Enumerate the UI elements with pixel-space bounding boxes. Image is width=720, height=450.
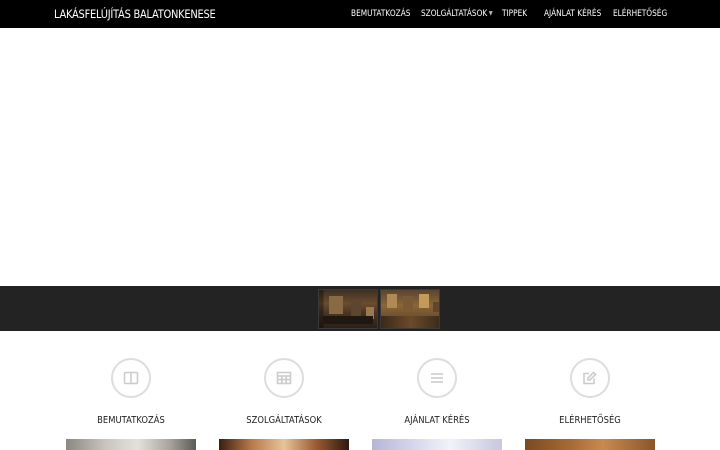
feature-bemutatkozas: BEMUTATKOZÁS — [66, 358, 196, 450]
nav-item-ajanlat-keres[interactable]: AJÁNLAT KÉRÉS — [544, 9, 601, 19]
feature-ajanlat-keres: AJÁNLAT KÉRÉS — [372, 358, 502, 450]
site-brand[interactable]: LAKÁSFELÚJÍTÁS BALATONKENESE — [54, 7, 216, 21]
nav-item-label: SZOLGÁLTATÁSOK — [421, 9, 488, 19]
nav-item-bemutatkozas[interactable]: BEMUTATKOZÁS — [351, 9, 410, 19]
nav-item-elerhetoseg[interactable]: ELÉRHETŐSÉG — [613, 9, 667, 19]
hero-slider — [0, 28, 720, 286]
slide-thumbnail-1[interactable] — [318, 289, 378, 329]
feature-title[interactable]: ELÉRHETŐSÉG — [535, 415, 644, 426]
feature-title[interactable]: BEMUTATKOZÁS — [76, 415, 185, 426]
nav-item-szolgaltatasok[interactable]: SZOLGÁLTATÁSOK ▼ — [421, 9, 493, 19]
thumbnail-strip — [0, 286, 720, 331]
table-icon[interactable] — [264, 358, 304, 398]
feature-image[interactable] — [372, 439, 502, 450]
feature-szolgaltatasok: SZOLGÁLTATÁSOK — [219, 358, 349, 450]
feature-image[interactable] — [219, 439, 349, 450]
chevron-down-icon: ▼ — [488, 10, 493, 17]
feature-title[interactable]: AJÁNLAT KÉRÉS — [382, 415, 491, 426]
edit-icon[interactable] — [570, 358, 610, 398]
book-icon[interactable] — [111, 358, 151, 398]
feature-image[interactable] — [66, 439, 196, 450]
feature-image[interactable] — [525, 439, 655, 450]
menu-lines-icon[interactable] — [417, 358, 457, 398]
slide-thumbnail-2[interactable] — [380, 289, 440, 329]
feature-title[interactable]: SZOLGÁLTATÁSOK — [229, 415, 338, 426]
feature-elerhetoseg: ELÉRHETŐSÉG — [525, 358, 655, 450]
nav-item-tippek[interactable]: TIPPEK — [502, 9, 527, 19]
top-navbar: LAKÁSFELÚJÍTÁS BALATONKENESE BEMUTATKOZÁ… — [0, 0, 720, 28]
